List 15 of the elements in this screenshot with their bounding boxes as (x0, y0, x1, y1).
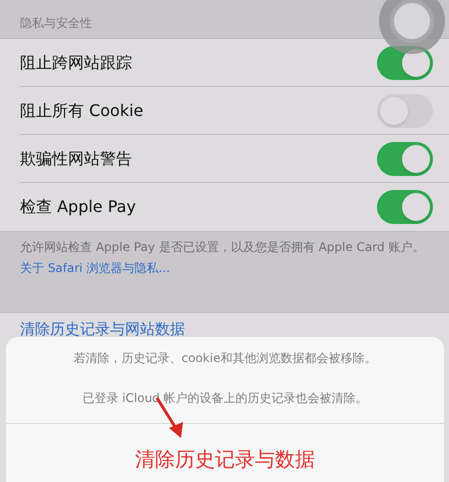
privacy-link[interactable]: 关于 Safari 浏览器与隐私... (20, 261, 170, 275)
assistive-touch-button[interactable] (379, 0, 445, 54)
setting-label: 阻止跨网站跟踪 (20, 52, 132, 74)
footer-text: 允许网站检查 Apple Pay 是否已设置，以及您是否拥有 Apple Card 账户。 (20, 240, 426, 255)
setting-label: 欺骗性网站警告 (20, 148, 132, 170)
toggle-switch[interactable] (377, 190, 433, 224)
toggle-switch[interactable] (377, 94, 433, 128)
setting-label: 检查 Apple Pay (20, 196, 136, 218)
sheet-message: 若清除，历史记录、cookie和其他浏览数据都会被移除。 (74, 350, 376, 367)
clear-history-action[interactable]: 清除历史记录与数据 (135, 444, 315, 474)
setting-label: 阻止所有 Cookie (20, 100, 144, 122)
section-header: 隐私与安全性 (20, 15, 92, 32)
clear-history-row[interactable]: 清除历史记录与网站数据 (20, 320, 185, 338)
sheet-message: 已登录 iCloud 帐户的设备上的历史记录也会被清除。 (82, 390, 368, 407)
toggle-switch[interactable] (377, 142, 433, 176)
